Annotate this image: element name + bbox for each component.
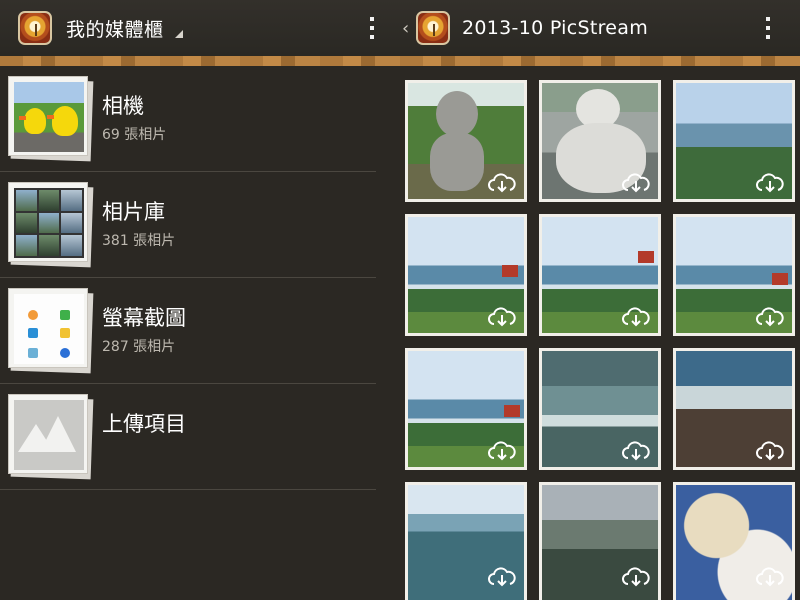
- album-name: 螢幕截圖: [102, 306, 186, 330]
- overflow-menu-icon[interactable]: [370, 17, 374, 39]
- album-count: 69 張相片: [102, 127, 167, 143]
- cloud-download-icon[interactable]: [755, 567, 785, 587]
- cloud-download-icon[interactable]: [621, 307, 651, 327]
- photo-thumbnail[interactable]: [673, 348, 795, 470]
- cloud-download-icon[interactable]: [621, 173, 651, 193]
- album-item-gallery[interactable]: 相片庫 381 張相片: [0, 172, 396, 278]
- photo-thumbnail[interactable]: [539, 80, 661, 202]
- photo-thumbnail[interactable]: [673, 80, 795, 202]
- photo-thumbnail[interactable]: [673, 482, 795, 600]
- album-count: 287 張相片: [102, 339, 176, 355]
- album-name: 上傳項目: [102, 412, 186, 436]
- dropdown-indicator-icon[interactable]: [175, 30, 183, 38]
- cloud-download-icon[interactable]: [755, 441, 785, 461]
- action-bar: 我的媒體櫃 ‹ 2013-10 PicStream: [0, 0, 800, 56]
- cloud-download-icon[interactable]: [755, 173, 785, 193]
- album-thumbnail: [8, 394, 94, 480]
- cloud-download-icon[interactable]: [487, 307, 517, 327]
- cloud-download-icon[interactable]: [487, 441, 517, 461]
- album-thumbnail: [8, 76, 94, 162]
- album-title: 2013-10 PicStream: [462, 17, 649, 39]
- photo-thumbnail[interactable]: [673, 214, 795, 336]
- photo-thumbnail[interactable]: [405, 80, 527, 202]
- cloud-download-icon[interactable]: [621, 441, 651, 461]
- library-title[interactable]: 我的媒體櫃: [66, 15, 164, 42]
- library-header: 我的媒體櫃: [0, 0, 396, 56]
- album-list: 相機 69 張相片 相片庫 381 張相片 螢幕截圖 287 張相片 上傳項目: [0, 66, 396, 600]
- album-thumbnail: [8, 182, 94, 268]
- placeholder-image-icon: [14, 400, 84, 470]
- wood-divider: [0, 56, 800, 66]
- cloud-download-icon[interactable]: [621, 567, 651, 587]
- album-item-camera[interactable]: 相機 69 張相片: [0, 66, 396, 172]
- cloud-download-icon[interactable]: [487, 567, 517, 587]
- album-name: 相片庫: [102, 200, 165, 224]
- photo-thumbnail[interactable]: [405, 348, 527, 470]
- album-item-screenshots[interactable]: 螢幕截圖 287 張相片: [0, 278, 396, 384]
- photo-thumbnail[interactable]: [539, 348, 661, 470]
- album-name: 相機: [102, 94, 144, 118]
- overflow-menu-icon[interactable]: [766, 17, 770, 39]
- cloud-download-icon[interactable]: [755, 307, 785, 327]
- photo-grid: [396, 66, 800, 600]
- photo-thumbnail[interactable]: [539, 482, 661, 600]
- app-logo-icon[interactable]: [416, 11, 450, 45]
- album-header: ‹ 2013-10 PicStream: [396, 0, 800, 56]
- photo-thumbnail[interactable]: [405, 214, 527, 336]
- cloud-download-icon[interactable]: [487, 173, 517, 193]
- album-item-uploads[interactable]: 上傳項目: [0, 384, 396, 490]
- back-chevron-icon[interactable]: ‹: [402, 18, 414, 39]
- album-count: 381 張相片: [102, 233, 176, 249]
- app-logo-icon[interactable]: [18, 11, 52, 45]
- photo-thumbnail[interactable]: [405, 482, 527, 600]
- photo-thumbnail[interactable]: [539, 214, 661, 336]
- album-thumbnail: [8, 288, 94, 374]
